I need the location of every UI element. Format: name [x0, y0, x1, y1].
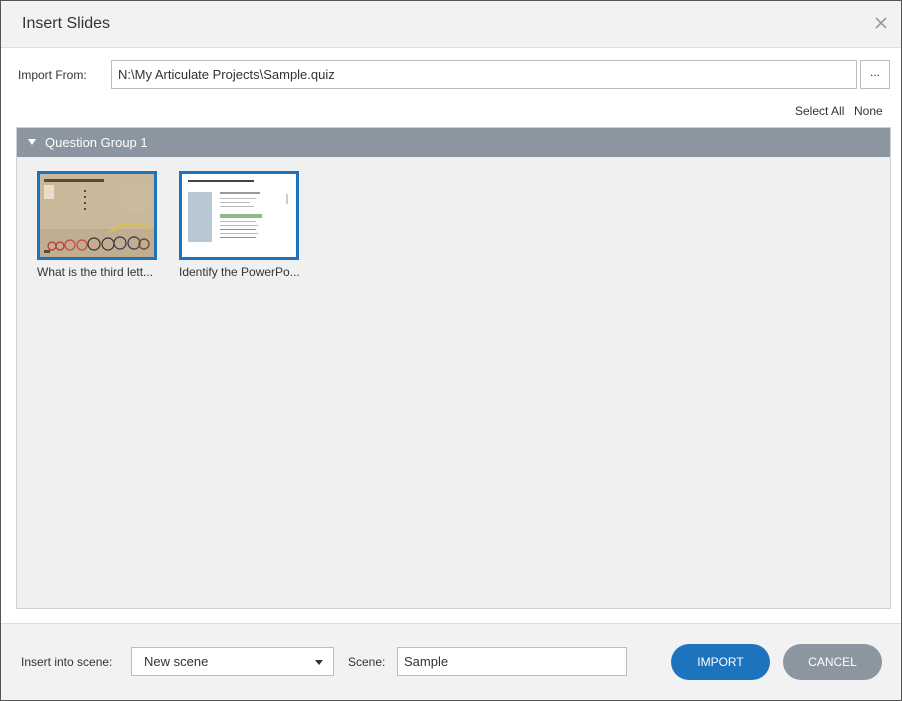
- insert-scene-value: New scene: [144, 654, 209, 669]
- browse-button[interactable]: ...: [860, 60, 890, 89]
- slide-item[interactable]: What is the third lett...: [37, 171, 159, 279]
- cancel-button[interactable]: CANCEL: [783, 644, 882, 680]
- slide-thumbnail[interactable]: [179, 171, 299, 260]
- import-path-field[interactable]: N:\My Articulate Projects\Sample.quiz: [111, 60, 857, 89]
- dialog-title: Insert Slides: [22, 15, 111, 32]
- insert-scene-select[interactable]: New scene: [131, 647, 334, 676]
- slide-thumbnail[interactable]: [37, 171, 157, 260]
- bicycles-slide-image: [40, 174, 154, 257]
- select-all-link[interactable]: Select All: [795, 104, 844, 118]
- insert-slides-dialog: Insert Slides Import From: N:\My Articul…: [0, 0, 902, 701]
- import-from-label: Import From:: [18, 68, 87, 82]
- scene-label: Scene:: [348, 655, 386, 669]
- select-none-link[interactable]: None: [854, 104, 883, 118]
- slide-item[interactable]: Identify the PowerPo...: [179, 171, 301, 279]
- collapse-arrow-icon[interactable]: [28, 139, 36, 145]
- insert-into-scene-label: Insert into scene:: [21, 655, 113, 669]
- slides-panel: Question Group 1 What is the third lett.…: [16, 127, 891, 609]
- question-group-title: Question Group 1: [45, 135, 148, 150]
- slide-caption: Identify the PowerPo...: [179, 265, 300, 279]
- close-icon[interactable]: [873, 15, 889, 31]
- import-button[interactable]: IMPORT: [671, 644, 770, 680]
- slide-caption: What is the third lett...: [37, 265, 154, 279]
- chevron-down-icon[interactable]: [315, 660, 323, 665]
- question-group-header[interactable]: Question Group 1: [17, 128, 890, 157]
- title-bar: Insert Slides: [1, 1, 901, 48]
- powerpoint-slide-image: [182, 174, 296, 257]
- scene-name-input[interactable]: Sample: [397, 647, 627, 676]
